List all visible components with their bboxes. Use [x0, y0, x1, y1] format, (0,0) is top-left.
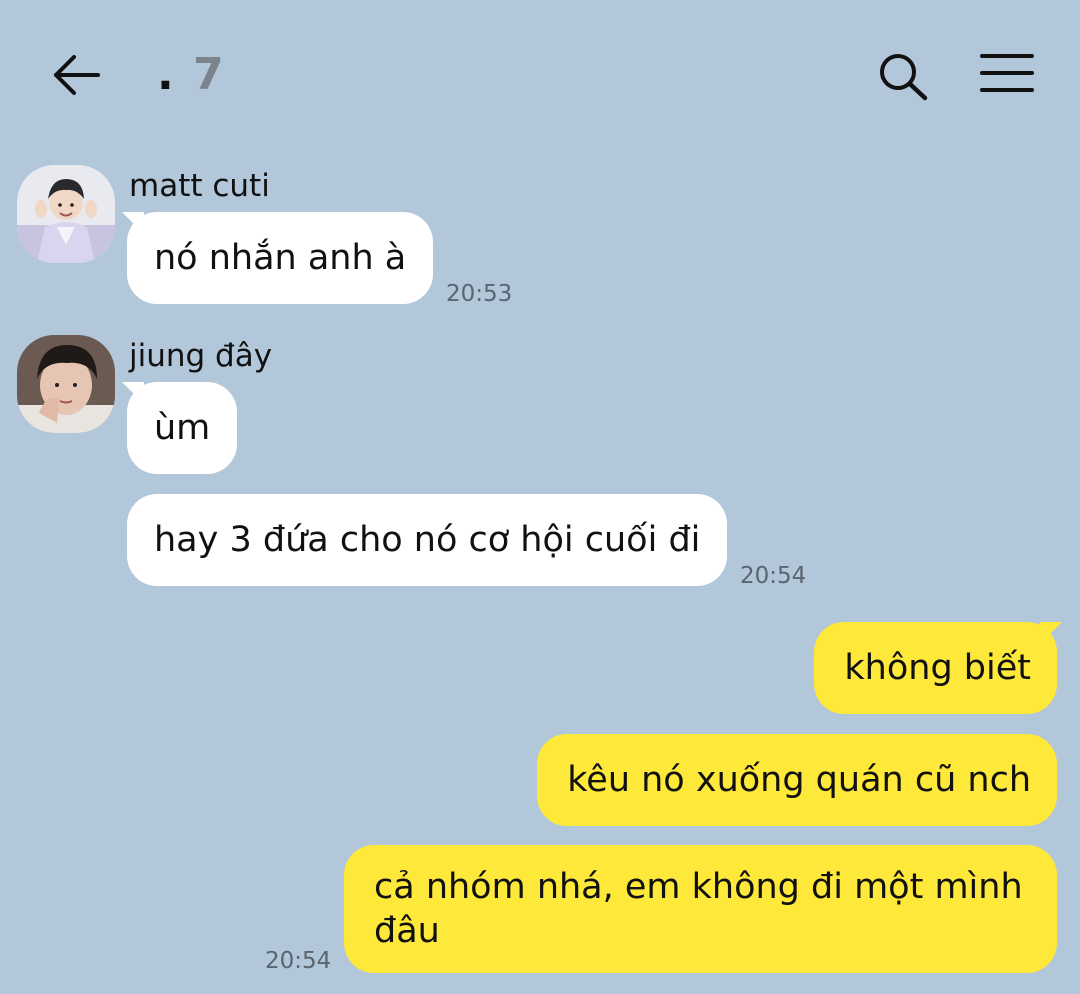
- message-text-line: cả nhóm nhá, em không đi một mình: [374, 867, 1023, 907]
- message-time: 20:53: [446, 281, 513, 307]
- avatar-matt[interactable]: [17, 165, 115, 263]
- member-count: 7: [193, 49, 226, 100]
- message-text: không biết: [844, 648, 1031, 688]
- message-bubble-outgoing[interactable]: cả nhóm nhá, em không đi một mình đâu: [344, 845, 1057, 973]
- message-text-line: đâu: [374, 911, 440, 951]
- arrow-left-icon: [54, 55, 100, 95]
- sender-name: jiung đây: [129, 338, 273, 374]
- menu-button[interactable]: [978, 52, 1038, 100]
- avatar-matt-image: [17, 165, 115, 263]
- back-button[interactable]: [50, 50, 106, 100]
- message-bubble-incoming[interactable]: ùm: [127, 382, 238, 474]
- message-bubble-incoming[interactable]: hay 3 đứa cho nó cơ hội cuối đi: [127, 494, 728, 586]
- message-text: hay 3 đứa cho nó cơ hội cuối đi: [154, 520, 701, 560]
- sender-name: matt cuti: [129, 168, 270, 204]
- chat-title-dot: .: [157, 49, 176, 100]
- message-bubble-outgoing[interactable]: kêu nó xuống quán cũ nch: [537, 734, 1057, 826]
- search-button[interactable]: [875, 50, 931, 106]
- message-bubble-incoming[interactable]: nó nhắn anh à: [127, 212, 434, 304]
- message-text: kêu nó xuống quán cũ nch: [567, 760, 1031, 800]
- message-time: 20:54: [740, 563, 807, 589]
- avatar-jiung[interactable]: [17, 335, 115, 433]
- message-text: ùm: [154, 408, 211, 448]
- chat-header: . 7: [0, 0, 1080, 150]
- chat-title: . 7: [157, 50, 226, 100]
- message-bubble-outgoing[interactable]: không biết: [814, 622, 1057, 714]
- avatar-jiung-image: [17, 335, 115, 433]
- message-time: 20:54: [265, 948, 332, 974]
- search-icon: [880, 54, 928, 101]
- message-text: nó nhắn anh à: [154, 238, 407, 278]
- hamburger-menu-icon: [980, 54, 1034, 92]
